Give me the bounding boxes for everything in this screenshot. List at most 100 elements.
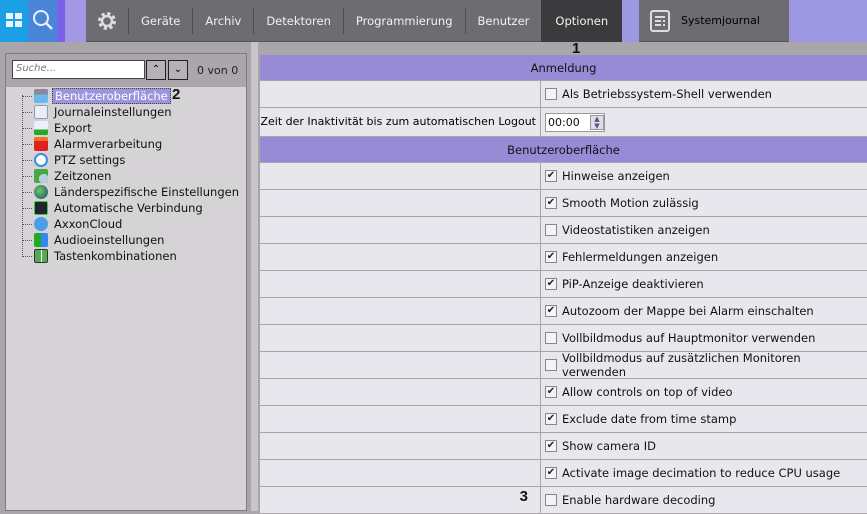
- shell-checkbox[interactable]: Als Betriebssystem-Shell verwenden: [541, 81, 867, 107]
- option-checkbox[interactable]: ✔ Hinweise anzeigen: [541, 163, 867, 189]
- table-row: ✔ Hinweise anzeigen: [260, 163, 867, 190]
- tree-item-ptz-settings[interactable]: PTZ settings: [6, 152, 246, 168]
- checked-checkbox[interactable]: ✔: [545, 278, 557, 290]
- option-checkbox[interactable]: ✔ Activate image decimation to reduce CPU…: [541, 460, 867, 486]
- table-row: ✔ Allow controls on top of video: [260, 379, 867, 406]
- table-row: Als Betriebssystem-Shell verwenden: [260, 81, 867, 108]
- option-checkbox[interactable]: ✔ Fehlermeldungen anzeigen: [541, 244, 867, 270]
- table-row: ✔ Activate image decimation to reduce CPU…: [260, 460, 867, 487]
- unchecked-checkbox[interactable]: [545, 359, 557, 371]
- logout-label: Zeit der Inaktivität bis zum automatisch…: [260, 108, 541, 136]
- section-anmeldung: Anmeldung: [260, 55, 867, 81]
- tab-detektoren[interactable]: Detektoren: [254, 0, 343, 42]
- settings-tree-panel: Suche... ⌃ ⌄ 0 von 0 Benutzeroberfläche …: [5, 53, 247, 511]
- tab-archiv[interactable]: Archiv: [193, 0, 253, 42]
- tree-item-audioeinstellungen[interactable]: Audioeinstellungen: [6, 232, 246, 248]
- tab-geraete[interactable]: Geräte: [129, 0, 192, 42]
- tree-item-journaleinstellungen[interactable]: Journaleinstellungen: [6, 104, 246, 120]
- tree-item-label: Zeitzonen: [54, 169, 112, 183]
- gear-icon: [98, 11, 116, 30]
- option-checkbox[interactable]: ✔ PiP-Anzeige deaktivieren: [541, 271, 867, 297]
- tree-item-label: Journaleinstellungen: [54, 105, 172, 119]
- table-row: ✔ Autozoom der Mappe bei Alarm einschalte…: [260, 298, 867, 325]
- tree-item-label: Alarmverarbeitung: [54, 137, 163, 151]
- option-checkbox[interactable]: Enable hardware decoding: [541, 487, 867, 513]
- tree-item-tastenkombinationen[interactable]: Tastenkombinationen: [6, 248, 246, 264]
- tree-item-laenderspezifische-einstellungen[interactable]: Länderspezifische Einstellungen: [6, 184, 246, 200]
- tile-strip: [65, 0, 86, 42]
- option-checkbox[interactable]: Vollbildmodus auf zusätzlichen Monitoren…: [541, 351, 867, 379]
- search-next-button[interactable]: ⌄: [168, 60, 188, 80]
- table-row: Vollbildmodus auf zusätzlichen Monitoren…: [260, 351, 867, 379]
- archive-search-button[interactable]: [28, 0, 57, 42]
- checked-checkbox[interactable]: ✔: [545, 305, 557, 317]
- logout-time-input[interactable]: 00:00 ▲ ▼: [545, 112, 605, 132]
- checkbox-label: Show camera ID: [562, 439, 657, 453]
- tree-item-zeitzonen[interactable]: Zeitzonen: [6, 168, 246, 184]
- systemjournal-tab[interactable]: Systemjournal: [639, 0, 789, 42]
- row-label: [260, 433, 541, 459]
- cloud-icon: [34, 217, 48, 231]
- time-value: 00:00: [548, 115, 580, 129]
- tree-item-benutzeroberflaeche[interactable]: Benutzeroberfläche: [6, 88, 246, 104]
- layouts-button[interactable]: [0, 0, 28, 42]
- checked-checkbox[interactable]: ✔: [545, 170, 557, 182]
- unchecked-checkbox[interactable]: [545, 332, 557, 344]
- export-icon: [34, 121, 48, 135]
- server-icon: [34, 201, 48, 215]
- table-row: Videostatistiken anzeigen: [260, 217, 867, 244]
- option-checkbox[interactable]: Vollbildmodus auf Hauptmonitor verwenden: [541, 325, 867, 351]
- search-input[interactable]: Suche...: [12, 60, 145, 79]
- option-checkbox[interactable]: ✔ Exclude date from time stamp: [541, 406, 867, 432]
- tree-item-label: PTZ settings: [54, 153, 126, 167]
- tree-item-label: Automatische Verbindung: [54, 201, 203, 215]
- option-checkbox[interactable]: ✔ Allow controls on top of video: [541, 379, 867, 405]
- settings-gear-button[interactable]: [86, 0, 128, 42]
- checked-checkbox[interactable]: ✔: [545, 440, 557, 452]
- checked-checkbox[interactable]: ✔: [545, 413, 557, 425]
- checkbox[interactable]: [545, 88, 557, 100]
- tree-item-label: Audioeinstellungen: [54, 233, 165, 247]
- table-row: ✔ Fehlermeldungen anzeigen: [260, 244, 867, 271]
- checkbox-label: Als Betriebssystem-Shell verwenden: [562, 87, 772, 101]
- main-nav: Geräte Archiv Detektoren Programmierung …: [86, 0, 623, 42]
- tree-item-automatische-verbindung[interactable]: Automatische Verbindung: [6, 200, 246, 216]
- annotation-3: 3: [519, 488, 528, 505]
- checkbox-label: Videostatistiken anzeigen: [562, 223, 710, 237]
- journal-settings-icon: [34, 105, 48, 119]
- panel-splitter[interactable]: [251, 42, 258, 511]
- tab-programmierung[interactable]: Programmierung: [344, 0, 465, 42]
- checked-checkbox[interactable]: ✔: [545, 386, 557, 398]
- keyboard-icon: [34, 249, 48, 263]
- row-label: [260, 406, 541, 432]
- tree-item-label: Länderspezifische Einstellungen: [54, 185, 239, 199]
- unchecked-checkbox[interactable]: [545, 224, 557, 236]
- checked-checkbox[interactable]: ✔: [545, 251, 557, 263]
- settings-table: Anmeldung Als Betriebssystem-Shell verwe…: [260, 55, 867, 514]
- row-label: [260, 271, 541, 297]
- row-label: [260, 379, 541, 405]
- tree-item-alarmverarbeitung[interactable]: Alarmverarbeitung: [6, 136, 246, 152]
- option-checkbox[interactable]: ✔ Autozoom der Mappe bei Alarm einschalte…: [541, 298, 867, 324]
- tab-benutzer[interactable]: Benutzer: [466, 0, 542, 42]
- annotation-2: 2: [172, 86, 181, 103]
- tab-optionen[interactable]: Optionen: [541, 0, 623, 42]
- search-prev-button[interactable]: ⌃: [146, 60, 166, 80]
- option-checkbox[interactable]: ✔ Show camera ID: [541, 433, 867, 459]
- table-row: ✔ Show camera ID: [260, 433, 867, 460]
- tree-item-export[interactable]: Export: [6, 120, 246, 136]
- checked-checkbox[interactable]: ✔: [545, 197, 557, 209]
- checked-checkbox[interactable]: ✔: [545, 467, 557, 479]
- unchecked-checkbox[interactable]: [545, 494, 557, 506]
- checkbox-label: Vollbildmodus auf Hauptmonitor verwenden: [562, 331, 816, 345]
- checkbox-label: Activate image decimation to reduce CPU …: [562, 466, 841, 480]
- tree-item-axxoncloud[interactable]: AxxonCloud: [6, 216, 246, 232]
- option-checkbox[interactable]: Videostatistiken anzeigen: [541, 217, 867, 243]
- spinner-icon[interactable]: ▲ ▼: [590, 114, 604, 130]
- row-label: [260, 217, 541, 243]
- checkbox-label: Allow controls on top of video: [562, 385, 733, 399]
- row-label: [260, 352, 541, 378]
- timezone-icon: [34, 169, 48, 183]
- option-checkbox[interactable]: ✔ Smooth Motion zulässig: [541, 190, 867, 216]
- checkbox-label: Autozoom der Mappe bei Alarm einschalten: [562, 304, 814, 318]
